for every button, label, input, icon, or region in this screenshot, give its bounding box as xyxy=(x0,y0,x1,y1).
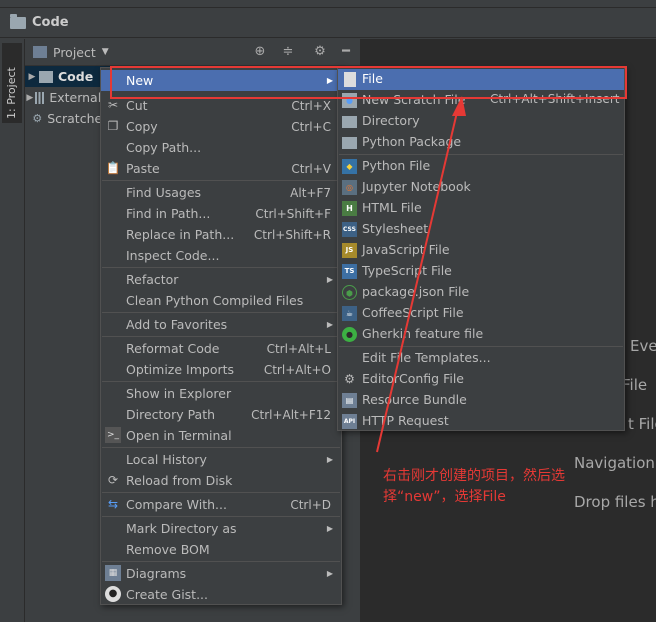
annotation-line: 择“new”，选择File xyxy=(383,489,506,505)
annotation-line: 右击刚才创建的项目，然后选 xyxy=(383,468,565,484)
annotation-arrow xyxy=(376,96,466,453)
annotation-text: 右击刚才创建的项目，然后选 择“new”，选择File xyxy=(383,466,603,508)
